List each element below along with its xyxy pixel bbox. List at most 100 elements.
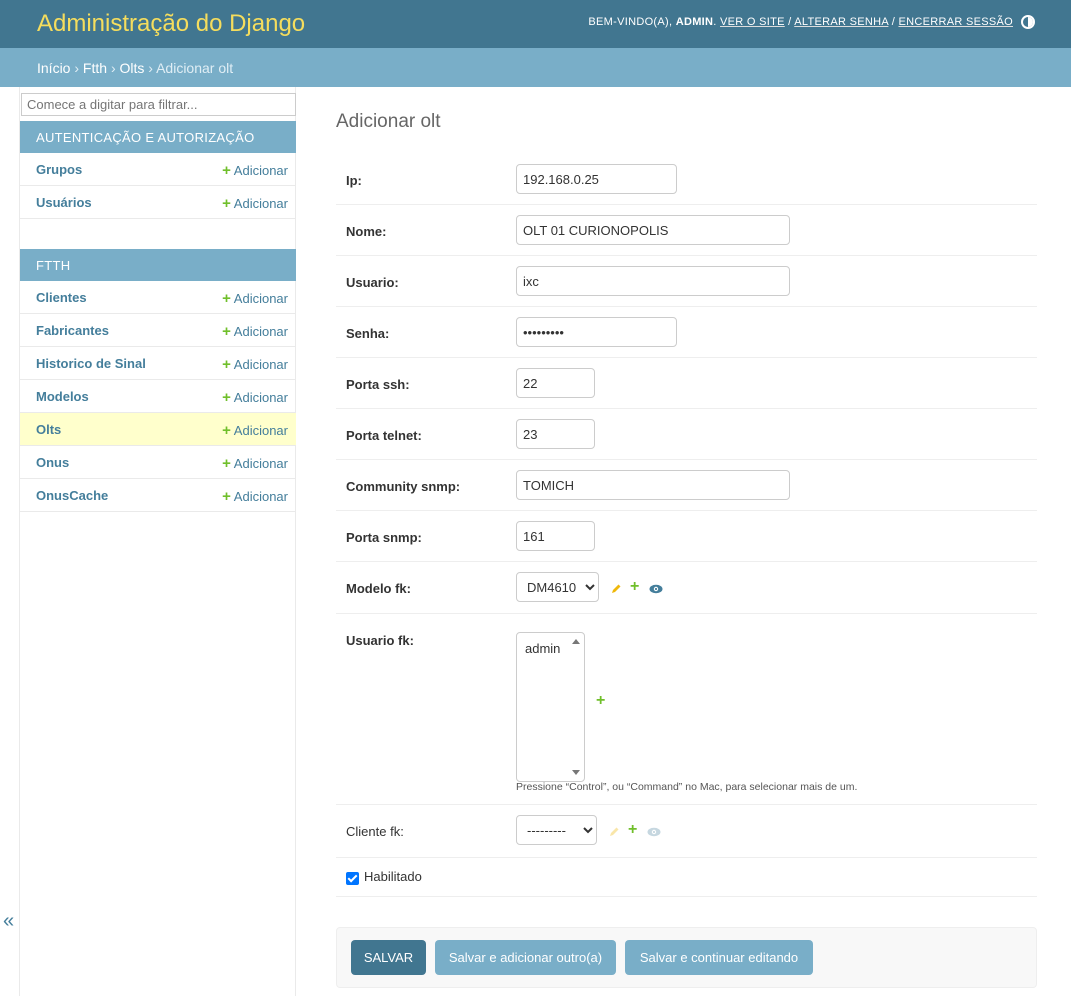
add-fabricantes-link[interactable]: + Adicionar (222, 323, 288, 340)
add-label: Adicionar (233, 291, 288, 306)
sidebar-item-modelos[interactable]: Modelos + Adicionar (20, 380, 296, 413)
add-label: Adicionar (233, 196, 288, 211)
sidebar-item-grupos[interactable]: Grupos + Adicionar (20, 153, 296, 186)
form-row-modelo-fk: Modelo fk: DM4610 + (336, 562, 1037, 614)
add-onuscache-link[interactable]: + Adicionar (222, 488, 288, 505)
logout-link[interactable]: ENCERRAR SESSÃO (898, 16, 1013, 28)
add-label: Adicionar (233, 489, 288, 504)
eye-icon (647, 827, 661, 837)
cliente-fk-label: Cliente fk: (346, 824, 404, 839)
sidebar-item-label[interactable]: OnusCache (36, 488, 108, 503)
cliente-fk-select[interactable]: --------- (516, 815, 597, 845)
form-row-ip: Ip: (336, 154, 1037, 205)
sidebar-item-fabricantes[interactable]: Fabricantes + Adicionar (20, 314, 296, 347)
sidebar-item-label[interactable]: Olts (36, 422, 61, 437)
add-label: Adicionar (233, 324, 288, 339)
plus-icon: + (222, 422, 231, 439)
save-and-add-another-button[interactable]: Salvar e adicionar outro(a) (435, 940, 616, 975)
form-row-cliente-fk: Cliente fk: --------- + (336, 805, 1037, 858)
porta-ssh-input[interactable] (516, 368, 595, 398)
form-row-community-snmp: Community snmp: (336, 460, 1037, 511)
module-caption-auth[interactable]: AUTENTICAÇÃO E AUTORIZAÇÃO (20, 121, 296, 153)
sidebar-item-label[interactable]: Usuários (36, 195, 92, 210)
add-usuarios-link[interactable]: + Adicionar (222, 195, 288, 212)
breadcrumb: Início › Ftth › Olts › Adicionar olt (0, 48, 1071, 87)
add-related-icon[interactable]: + (628, 821, 637, 839)
welcome-text: BEM-VINDO(A), (588, 16, 673, 28)
scroll-up-icon[interactable] (572, 639, 580, 644)
sidebar-item-label[interactable]: Onus (36, 455, 69, 470)
porta-snmp-input[interactable] (516, 521, 595, 551)
pencil-icon[interactable] (610, 583, 622, 595)
plus-icon: + (222, 356, 231, 373)
plus-icon: + (222, 195, 231, 212)
porta-ssh-label: Porta ssh: (346, 377, 410, 392)
change-password-link[interactable]: ALTERAR SENHA (794, 16, 888, 28)
breadcrumb-ftth[interactable]: Ftth (83, 60, 107, 76)
modelo-fk-select[interactable]: DM4610 (516, 572, 599, 602)
form-row-senha: Senha: (336, 307, 1037, 358)
separator: / (788, 16, 792, 28)
nav-filter-input[interactable] (21, 93, 296, 116)
save-and-continue-button[interactable]: Salvar e continuar editando (625, 940, 813, 975)
sidebar-item-label[interactable]: Clientes (36, 290, 87, 305)
add-modelos-link[interactable]: + Adicionar (222, 389, 288, 406)
add-clientes-link[interactable]: + Adicionar (222, 290, 288, 307)
community-snmp-label: Community snmp: (346, 479, 461, 494)
sidebar-item-onuscache[interactable]: OnusCache + Adicionar (20, 479, 296, 512)
breadcrumb-home[interactable]: Início (37, 60, 70, 76)
toggle-sidebar-icon[interactable]: « (3, 910, 14, 933)
scroll-down-icon[interactable] (572, 770, 580, 775)
eye-icon[interactable] (649, 584, 663, 594)
site-branding[interactable]: Administração do Django (37, 10, 305, 38)
senha-label: Senha: (346, 326, 390, 341)
pencil-icon (610, 827, 619, 836)
ip-input[interactable] (516, 164, 677, 194)
page-title: Adicionar olt (336, 111, 441, 132)
add-related-icon[interactable]: + (630, 578, 639, 596)
sidebar-item-label[interactable]: Grupos (36, 162, 82, 177)
usuario-input[interactable] (516, 266, 790, 296)
add-label: Adicionar (233, 456, 288, 471)
add-olts-link[interactable]: + Adicionar (222, 422, 288, 439)
habilitado-label[interactable]: Habilitado (364, 869, 422, 884)
add-label: Adicionar (233, 163, 288, 178)
sidebar-item-label[interactable]: Modelos (36, 389, 89, 404)
sidebar-item-clientes[interactable]: Clientes + Adicionar (20, 281, 296, 314)
community-snmp-input[interactable] (516, 470, 790, 500)
nome-label: Nome: (346, 224, 387, 239)
senha-input[interactable] (516, 317, 677, 347)
form-row-porta-ssh: Porta ssh: (336, 358, 1037, 409)
usuario-fk-option[interactable]: admin (525, 641, 560, 656)
breadcrumb-olts[interactable]: Olts (120, 60, 145, 76)
theme-toggle-icon[interactable] (1021, 15, 1035, 29)
scrollbar[interactable] (570, 634, 583, 780)
sidebar-item-label[interactable]: Fabricantes (36, 323, 109, 338)
form-row-habilitado: Habilitado (336, 858, 1037, 897)
usuario-fk-multiselect[interactable]: admin (516, 632, 585, 782)
module-caption-ftth[interactable]: FTTH (20, 249, 296, 281)
porta-telnet-input[interactable] (516, 419, 595, 449)
sidebar-item-usuarios[interactable]: Usuários + Adicionar (20, 186, 296, 219)
form-row-nome: Nome: (336, 205, 1037, 256)
habilitado-checkbox[interactable] (346, 872, 359, 885)
sidebar-item-label[interactable]: Historico de Sinal (36, 356, 146, 371)
add-onus-link[interactable]: + Adicionar (222, 455, 288, 472)
sidebar-item-historico[interactable]: Historico de Sinal + Adicionar (20, 347, 296, 380)
view-site-link[interactable]: VER O SITE (720, 16, 785, 28)
porta-snmp-label: Porta snmp: (346, 530, 422, 545)
usuario-fk-label: Usuario fk: (346, 633, 414, 648)
porta-telnet-label: Porta telnet: (346, 428, 422, 443)
add-label: Adicionar (233, 357, 288, 372)
sidebar-item-olts[interactable]: Olts + Adicionar (20, 413, 296, 446)
form-row-porta-snmp: Porta snmp: (336, 511, 1037, 562)
add-grupos-link[interactable]: + Adicionar (222, 162, 288, 179)
add-historico-link[interactable]: + Adicionar (222, 356, 288, 373)
save-button[interactable]: SALVAR (351, 940, 426, 975)
nome-input[interactable] (516, 215, 790, 245)
plus-icon: + (222, 455, 231, 472)
sidebar-item-onus[interactable]: Onus + Adicionar (20, 446, 296, 479)
plus-icon: + (222, 290, 231, 307)
add-related-icon[interactable]: + (596, 692, 605, 710)
modelo-fk-label: Modelo fk: (346, 581, 411, 596)
